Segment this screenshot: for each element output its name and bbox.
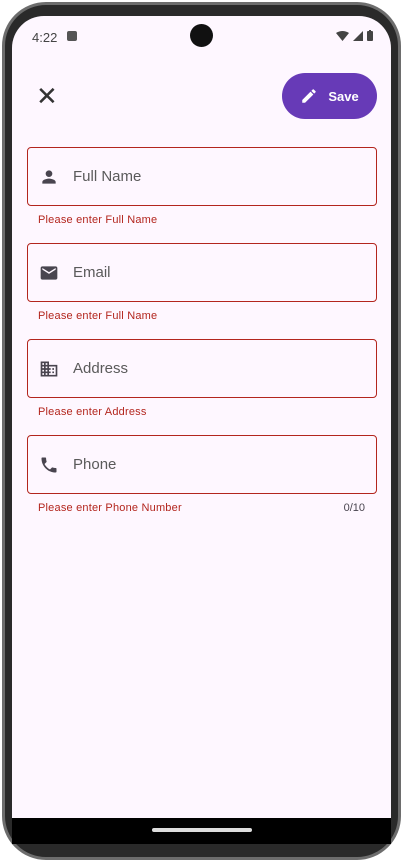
system-icons — [336, 30, 373, 41]
address-field[interactable] — [27, 339, 377, 398]
notification-icon — [67, 31, 77, 41]
business-icon — [39, 359, 59, 379]
wifi-icon — [336, 30, 349, 41]
email-icon — [39, 263, 59, 283]
full-name-error: Please enter Full Name — [38, 214, 158, 226]
phone-icon — [39, 455, 59, 475]
home-gesture-handle[interactable] — [152, 828, 252, 832]
camera-cutout — [190, 24, 213, 47]
battery-icon — [367, 30, 373, 41]
email-error: Please enter Full Name — [38, 310, 158, 322]
email-field[interactable] — [27, 243, 377, 302]
address-error: Please enter Address — [38, 406, 147, 418]
save-label: Save — [328, 88, 359, 104]
close-button[interactable]: ✕ — [36, 81, 58, 111]
phone-error: Please enter Phone Number — [38, 502, 182, 514]
email-input[interactable] — [73, 264, 353, 281]
save-button[interactable]: Save — [282, 73, 377, 119]
close-icon: ✕ — [36, 81, 58, 111]
person-icon — [39, 167, 59, 187]
phone-counter: 0/10 — [343, 502, 365, 514]
navigation-bar — [12, 818, 391, 844]
status-bar: 4:22 — [12, 16, 391, 56]
address-input[interactable] — [73, 360, 353, 377]
full-name-input[interactable] — [73, 168, 353, 185]
full-name-field[interactable] — [27, 147, 377, 206]
phone-field[interactable] — [27, 435, 377, 494]
status-time: 4:22 — [32, 30, 58, 45]
edit-icon — [302, 89, 317, 103]
screen: 4:22 ✕ Save Please enter Full Name Pleas… — [12, 16, 391, 844]
phone-input[interactable] — [73, 456, 353, 473]
signal-icon — [353, 30, 363, 41]
